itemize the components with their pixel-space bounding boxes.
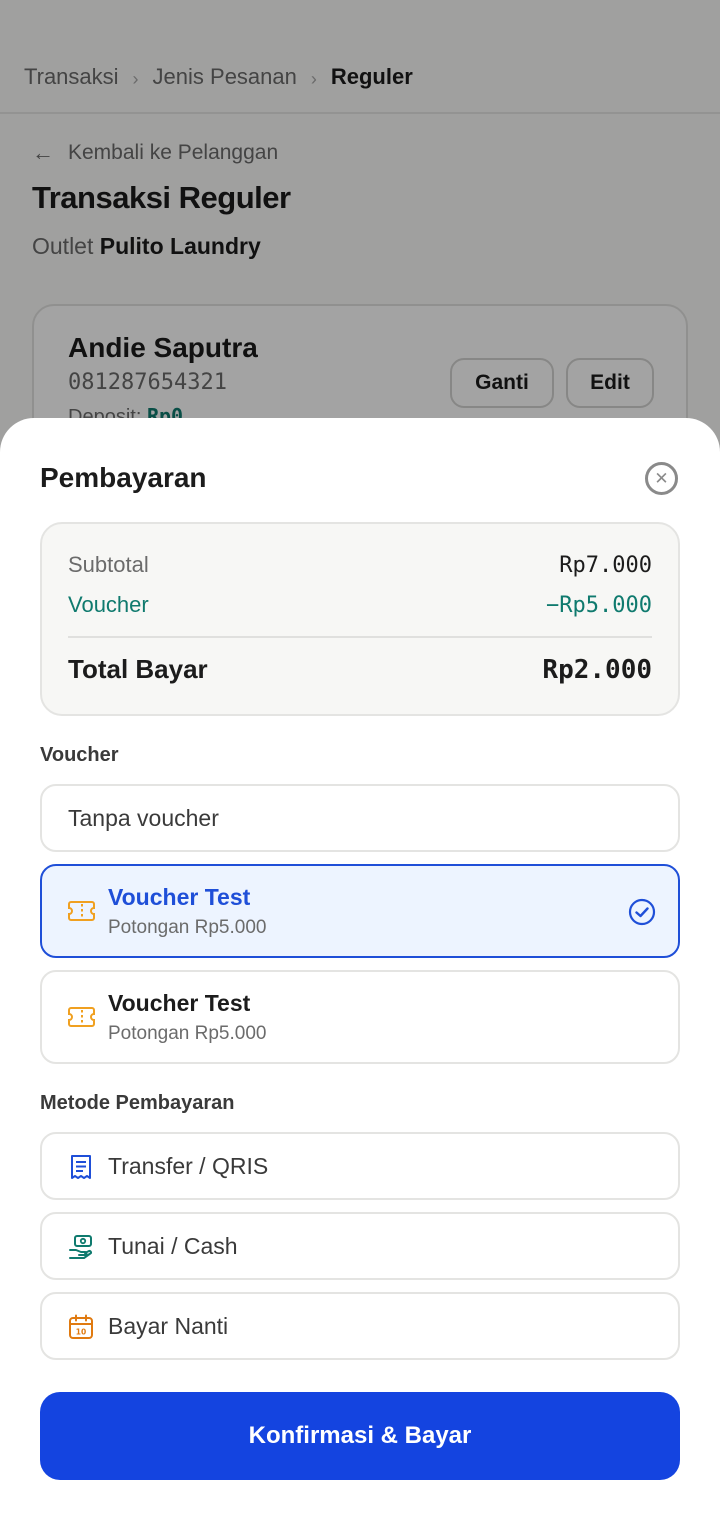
payment-option-label: Transfer / QRIS bbox=[108, 1153, 269, 1179]
cash-hand-icon bbox=[69, 1235, 93, 1259]
no-voucher-option[interactable]: Tanpa voucher bbox=[40, 784, 680, 852]
voucher-name: Voucher Test bbox=[108, 884, 251, 910]
subtotal-value: Rp7.000 bbox=[559, 552, 652, 578]
voucher-discount-label: Voucher bbox=[68, 592, 149, 617]
payment-option-cash[interactable]: Tunai / Cash bbox=[40, 1212, 680, 1280]
sheet-title: Pembayaran bbox=[40, 462, 207, 493]
check-circle-icon bbox=[628, 898, 656, 926]
payment-option-label: Tunai / Cash bbox=[108, 1233, 238, 1259]
summary-divider bbox=[68, 636, 652, 638]
calendar-icon: 10 bbox=[69, 1314, 93, 1339]
close-icon[interactable]: ✕ bbox=[645, 462, 678, 495]
payment-option-pay-later[interactable]: 10 Bayar Nanti bbox=[40, 1292, 680, 1360]
voucher-section-label: Voucher bbox=[40, 744, 119, 766]
payment-summary: Subtotal Rp7.000 Voucher −Rp5.000 Total … bbox=[40, 522, 680, 716]
payment-sheet: Pembayaran ✕ Subtotal Rp7.000 Voucher −R… bbox=[0, 418, 720, 1520]
total-value: Rp2.000 bbox=[542, 654, 652, 685]
receipt-icon bbox=[71, 1155, 91, 1179]
payment-method-section-label: Metode Pembayaran bbox=[40, 1092, 235, 1114]
voucher-description: Potongan Rp5.000 bbox=[108, 1023, 267, 1044]
voucher-option[interactable]: Voucher Test Potongan Rp5.000 bbox=[40, 970, 680, 1064]
subtotal-label: Subtotal bbox=[68, 552, 149, 577]
subtotal-row: Subtotal Rp7.000 bbox=[68, 552, 652, 578]
payment-option-label: Bayar Nanti bbox=[108, 1313, 229, 1339]
voucher-name: Voucher Test bbox=[108, 990, 251, 1016]
no-voucher-label: Tanpa voucher bbox=[68, 805, 219, 831]
voucher-discount-row: Voucher −Rp5.000 bbox=[68, 592, 652, 618]
total-label: Total Bayar bbox=[68, 654, 208, 684]
voucher-discount-value: −Rp5.000 bbox=[546, 592, 652, 618]
voucher-option-selected[interactable]: Voucher Test Potongan Rp5.000 bbox=[40, 864, 680, 958]
total-row: Total Bayar Rp2.000 bbox=[68, 654, 652, 685]
voucher-description: Potongan Rp5.000 bbox=[108, 917, 267, 938]
ticket-icon bbox=[68, 1007, 95, 1027]
payment-option-transfer-qris[interactable]: Transfer / QRIS bbox=[40, 1132, 680, 1200]
confirm-pay-button[interactable]: Konfirmasi & Bayar bbox=[40, 1392, 680, 1480]
svg-text:10: 10 bbox=[76, 1328, 86, 1337]
ticket-icon bbox=[68, 901, 95, 921]
